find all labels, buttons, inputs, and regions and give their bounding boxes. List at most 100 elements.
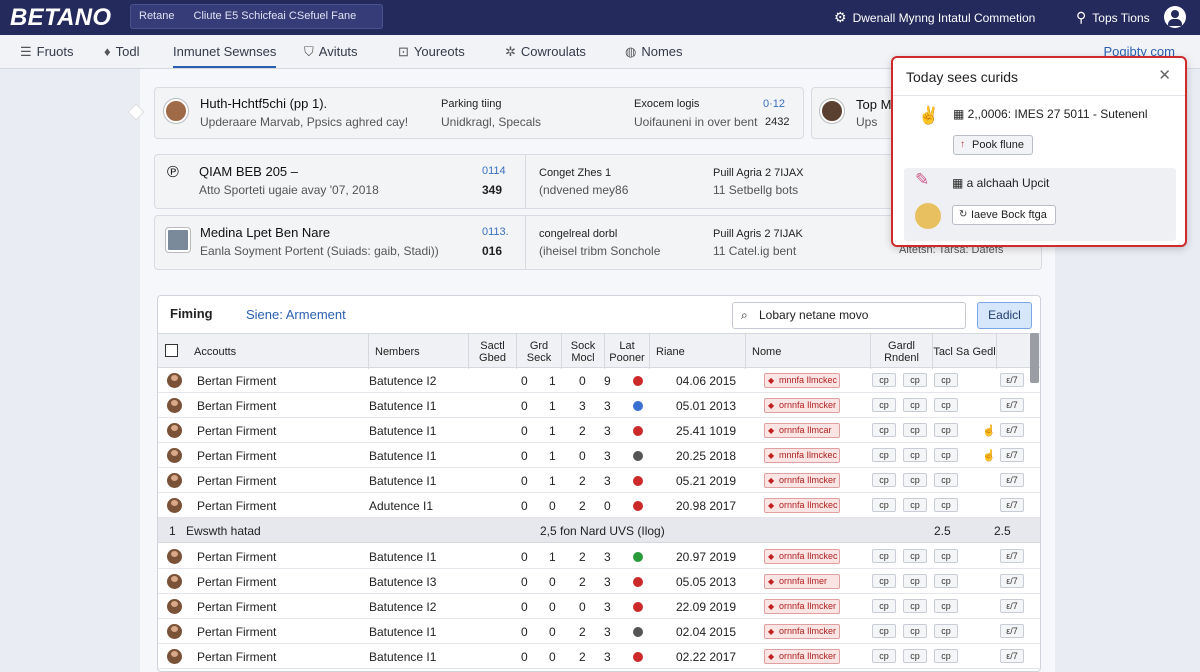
status-badge[interactable]: ornnfa Ilmcker — [764, 624, 840, 639]
table-subtitle[interactable]: Siene: Armement — [246, 307, 346, 322]
col-header-5[interactable]: Sock Mocl — [561, 334, 604, 369]
row-action-button-2[interactable]: cp — [903, 498, 927, 512]
row-action-button-4[interactable]: ε/7 — [1000, 549, 1024, 563]
row-action-button-4[interactable]: ε/7 — [1000, 574, 1024, 588]
row-action-button-3[interactable]: cp — [934, 599, 958, 613]
row-action-button-2[interactable]: cp — [903, 574, 927, 588]
brand-logo[interactable]: BETANO — [10, 4, 111, 32]
status-badge[interactable]: ornnfa Ilmcker — [764, 599, 840, 614]
row-action-button-4[interactable]: ε/7 — [1000, 473, 1024, 487]
row-action-button-1[interactable]: cp — [872, 549, 896, 563]
table-row[interactable]: Pertan Firment Batutence I1 0 1 2 3 05.21 2019… — [158, 468, 1040, 493]
row-action-button-3[interactable]: cp — [934, 473, 958, 487]
table-row[interactable]: Pertan Firment Batutence I1 0 1 0 3 20.25 2018… — [158, 443, 1040, 468]
global-search-input[interactable]: Retane Cliute E5 Schicfeai CSefuel Fane — [130, 4, 383, 29]
table-row[interactable]: Pertan Firment Batutence I1 0 0 2 3 02.04 2015… — [158, 619, 1040, 644]
row-action-button-4[interactable]: ε/7 — [1000, 498, 1024, 512]
row-action-button-1[interactable]: cp — [872, 398, 896, 412]
row-action-button-2[interactable]: cp — [903, 473, 927, 487]
row-action-button-3[interactable]: cp — [934, 574, 958, 588]
row-action-button-1[interactable]: cp — [872, 448, 896, 462]
col-header-9[interactable]: Gardl Rndenl — [870, 334, 932, 369]
col-header-accounts[interactable]: Accoutts — [188, 334, 368, 369]
tips-link[interactable]: ⚲ Tops Tions — [1076, 9, 1150, 26]
edit-button[interactable]: Eadicl — [977, 302, 1032, 329]
row-action-button-1[interactable]: cp — [872, 498, 896, 512]
row-action-button-3[interactable]: cp — [934, 649, 958, 663]
connection-link[interactable]: ⚙ Dwenall Mynng Intatul Commetion — [834, 9, 1035, 26]
account-name[interactable]: Pertan Firment — [197, 575, 276, 589]
row-action-button-1[interactable]: cp — [872, 373, 896, 387]
row-action-button-4[interactable]: ε/7 — [1000, 624, 1024, 638]
table-row[interactable]: Pertan Firment Adutence I1 0 0 2 0 20.98 2017 o… — [158, 493, 1040, 518]
account-name[interactable]: Pertan Firment — [197, 474, 276, 488]
account-name[interactable]: Pertan Firment — [197, 650, 276, 664]
row-action-button-4[interactable]: ε/7 — [1000, 649, 1024, 663]
account-name[interactable]: Pertan Firment — [197, 600, 276, 614]
notification-item-1-button[interactable]: ↑ Pook flune — [953, 135, 1033, 155]
status-badge[interactable]: ornnfa Ilmcar — [764, 423, 840, 438]
group-row[interactable]: 1 Ewswth hatad 2,5 fon Nard UVS (Ilog) 2… — [158, 518, 1040, 543]
status-badge[interactable]: ornnfa Ilmcker — [764, 649, 840, 664]
row-action-button-3[interactable]: cp — [934, 549, 958, 563]
row-action-button-2[interactable]: cp — [903, 448, 927, 462]
user-avatar-icon[interactable] — [1164, 6, 1186, 28]
account-name[interactable]: Bertan Firment — [197, 374, 276, 388]
row-action-button-4[interactable]: ε/7 — [1000, 448, 1024, 462]
row-action-button-1[interactable]: cp — [872, 649, 896, 663]
select-all-checkbox[interactable] — [165, 344, 178, 357]
status-badge[interactable]: mnnfa Ilmckec — [764, 373, 840, 388]
account-name[interactable]: Bertan Firment — [197, 399, 276, 413]
status-badge[interactable]: ornnfa Ilmckec — [764, 498, 840, 513]
nav-item-cowroulats[interactable]: ✲ Cowroulats — [505, 44, 586, 60]
nav-item-youreots[interactable]: ⊡ Youreots — [398, 44, 465, 60]
table-search-input[interactable]: ⌕ Lobary netane movo — [732, 302, 966, 329]
row-action-button-1[interactable]: cp — [872, 574, 896, 588]
status-badge[interactable]: ornnfa Ilmcker — [764, 473, 840, 488]
col-header-10[interactable]: Tacl Sa Gedl — [932, 334, 996, 369]
row-action-button-3[interactable]: cp — [934, 624, 958, 638]
row-action-button-4[interactable]: ε/7 — [1000, 373, 1024, 387]
col-header-date[interactable]: Riane — [649, 334, 745, 369]
row-action-button-2[interactable]: cp — [903, 624, 927, 638]
account-name[interactable]: Pertan Firment — [197, 449, 276, 463]
table-row[interactable]: Pertan Firment Batutence I1 0 1 2 3 20.97 2019… — [158, 544, 1040, 569]
status-badge[interactable]: ornnfa Ilmckec — [764, 549, 840, 564]
row-action-button-2[interactable]: cp — [903, 373, 927, 387]
row-action-button-3[interactable]: cp — [934, 423, 958, 437]
close-icon[interactable]: ✕ — [1158, 66, 1171, 84]
status-badge[interactable]: mnnfa Ilmckec — [764, 448, 840, 463]
nav-item-avituts[interactable]: ⛉ Avituts — [304, 44, 358, 60]
table-row[interactable]: Pertan Firment Batutence I1 0 1 2 3 25.41 1019… — [158, 418, 1040, 443]
account-name[interactable]: Pertan Firment — [197, 625, 276, 639]
row-action-button-4[interactable]: ε/7 — [1000, 599, 1024, 613]
col-header-3[interactable]: Sactl Gbed — [468, 334, 516, 369]
col-header-4[interactable]: Grd Seck — [516, 334, 561, 369]
account-name[interactable]: Pertan Firment — [197, 499, 276, 513]
row-action-button-4[interactable]: ε/7 — [1000, 423, 1024, 437]
row-action-button-1[interactable]: cp — [872, 599, 896, 613]
nav-item-inmunet-sewnses[interactable]: Inmunet Sewnses — [173, 44, 277, 68]
nav-item-todl[interactable]: ♦ Todl — [104, 44, 140, 59]
row-action-button-1[interactable]: cp — [872, 624, 896, 638]
row-action-button-3[interactable]: cp — [934, 373, 958, 387]
row-action-button-4[interactable]: ε/7 — [1000, 398, 1024, 412]
row-action-button-1[interactable]: cp — [872, 473, 896, 487]
row-action-button-2[interactable]: cp — [903, 649, 927, 663]
status-badge[interactable]: ornnfa Ilmcker — [764, 398, 840, 413]
account-name[interactable]: Pertan Firment — [197, 424, 276, 438]
summary-card-peek[interactable]: Top M Ups — [811, 87, 891, 139]
row-action-button-2[interactable]: cp — [903, 398, 927, 412]
col-header-members[interactable]: Nembers — [368, 334, 468, 369]
col-header-name[interactable]: Nome — [745, 334, 870, 369]
row-action-button-3[interactable]: cp — [934, 448, 958, 462]
row-action-button-3[interactable]: cp — [934, 398, 958, 412]
row-action-button-1[interactable]: cp — [872, 423, 896, 437]
account-name[interactable]: Pertan Firment — [197, 550, 276, 564]
table-row[interactable]: Pertan Firment Batutence I3 0 0 2 3 05.05 2013… — [158, 569, 1040, 594]
nav-item-nomes[interactable]: ◍ Nomes — [625, 44, 683, 60]
row-action-button-3[interactable]: cp — [934, 498, 958, 512]
table-row[interactable]: Pertan Firment Batutence I2 0 0 0 3 22.09 2019… — [158, 594, 1040, 619]
table-row[interactable]: Bertan Firment Batutence I2 0 1 0 9 04.06 2015… — [158, 368, 1040, 393]
row-action-button-2[interactable]: cp — [903, 549, 927, 563]
